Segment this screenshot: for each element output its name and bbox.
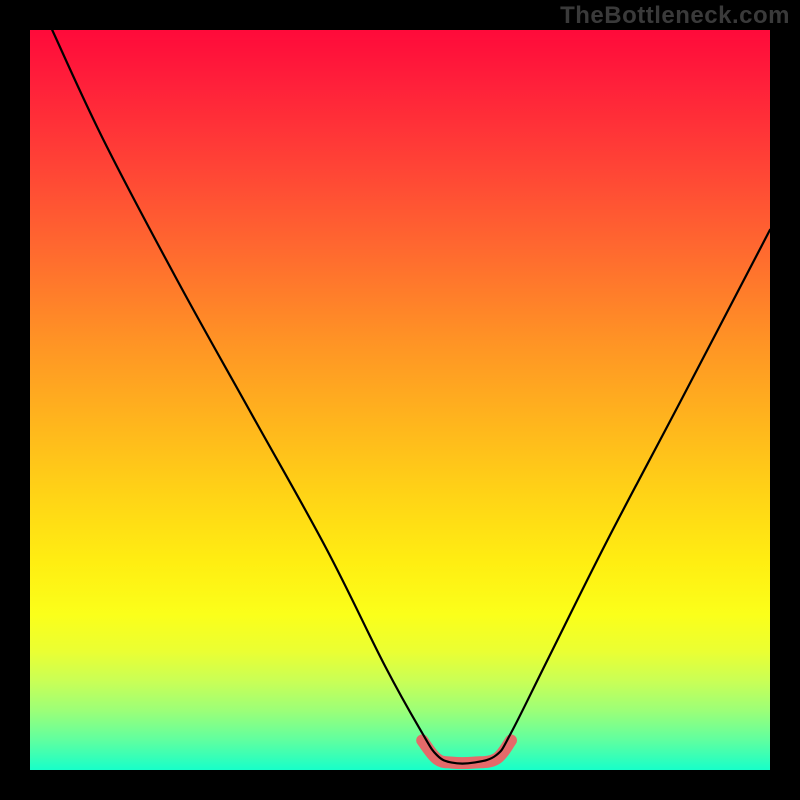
optimal-range-highlight — [422, 740, 511, 763]
curve-layer — [30, 30, 770, 770]
plot-area — [30, 30, 770, 770]
chart-frame: TheBottleneck.com — [0, 0, 800, 800]
watermark-text: TheBottleneck.com — [560, 2, 790, 30]
bottleneck-curve — [52, 30, 770, 764]
